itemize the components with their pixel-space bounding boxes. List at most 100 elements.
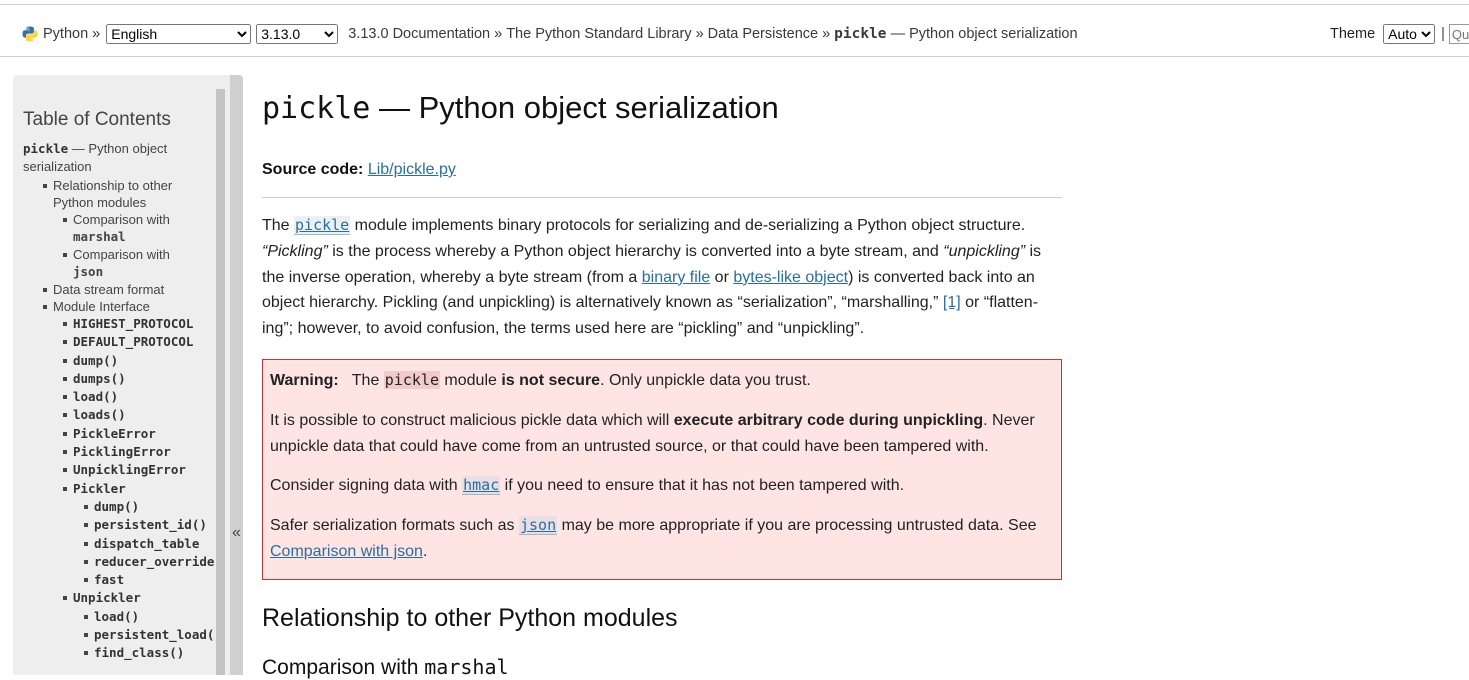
breadcrumb-separator: » (494, 26, 503, 42)
toc-item-pickler[interactable]: Pickler (23, 480, 228, 498)
toc-item-label[interactable]: dumps() (73, 371, 126, 386)
toc-item-label[interactable]: dispatch_table (94, 536, 199, 551)
toc-comparison-code[interactable]: marshal (73, 229, 126, 244)
toc-item[interactable]: PickleError (23, 425, 228, 443)
page-title: pickle — Python object serialization (262, 90, 1062, 126)
toc-item[interactable]: reducer_override (23, 553, 228, 571)
pickle-module-link[interactable]: pickle (294, 216, 351, 235)
toc-item[interactable]: fast (23, 571, 228, 589)
toc-item[interactable]: load() (23, 608, 228, 626)
breadcrumb-separator: » (822, 26, 831, 42)
toc-item-label[interactable]: dump() (73, 353, 118, 368)
toc-item[interactable]: PicklingError (23, 443, 228, 461)
pickle-module-link-code[interactable]: pickle (294, 216, 351, 235)
toc-item-label[interactable]: loads() (73, 407, 126, 422)
theme-select[interactable]: Auto (1383, 24, 1436, 44)
json-link[interactable]: json (519, 516, 558, 536)
toc-item[interactable]: dumps() (23, 370, 228, 388)
toc-root-code[interactable]: pickle (23, 141, 68, 156)
security-warning: Warning: The pickle module is not secure… (262, 358, 1062, 580)
page-title-code: pickle (262, 91, 371, 126)
toc-item-label[interactable]: load() (73, 389, 118, 404)
toc-item[interactable]: dispatch_table (23, 535, 228, 553)
toc-title: Table of Contents (23, 109, 171, 130)
toc-item-label[interactable]: load() (94, 609, 139, 624)
toc-comparison-prefix[interactable]: Comparison with (73, 247, 170, 262)
warning-paragraph: It is possible to construct malicious pi… (270, 408, 1054, 460)
footnote-link[interactable]: [1] (943, 294, 961, 311)
bytes-like-object-link[interactable]: bytes-like object (733, 269, 848, 286)
warning-label: Warning: (270, 371, 339, 389)
toc-item-label[interactable]: fast (94, 572, 124, 587)
warning-text: Safer serialization formats such as (270, 517, 519, 535)
breadcrumb-persistence-link[interactable]: Data Persistence (708, 26, 818, 42)
breadcrumb-current-text: — Python object serialization (890, 26, 1078, 42)
warning-bold: is not secure (501, 371, 601, 389)
warning-paragraph: Consider signing data with hmac if you n… (270, 473, 1054, 499)
heading-text: Comparison with (262, 655, 425, 679)
toc-item-label[interactable]: UnpicklingError (73, 462, 186, 477)
toc-item-relationship[interactable]: Relationship to other Python modules (23, 177, 188, 211)
sidebar-scrollbar[interactable] (216, 89, 225, 675)
warning-text: Consider signing data with (270, 477, 463, 495)
toc-item-root[interactable]: pickle — Python object serialization (23, 140, 193, 176)
language-select[interactable]: English (106, 24, 252, 44)
intro-text: or (710, 268, 734, 286)
breadcrumb-docs-link[interactable]: 3.13.0 Documentation (348, 26, 490, 42)
toc-item[interactable]: persistent_load( (23, 626, 228, 644)
top-navigation-bar: Python » English 3.13.0 3.13.0 Documenta… (0, 5, 1469, 57)
toc-item-label[interactable]: PicklingError (73, 444, 171, 459)
warning-text: module (439, 371, 502, 389)
toc-item[interactable]: DEFAULT_PROTOCOL (23, 333, 228, 351)
hmac-link[interactable]: hmac (462, 476, 501, 496)
json-link-code[interactable]: json (519, 516, 558, 536)
quick-search-input[interactable] (1448, 24, 1469, 44)
toc-item-data-stream[interactable]: Data stream format (23, 281, 228, 298)
source-label: Source code: (262, 161, 364, 178)
warning-text: . (422, 542, 428, 560)
toc-item[interactable]: dump() (23, 352, 228, 370)
intro-text: module implements binary protocols for s… (350, 217, 1026, 234)
main-content: pickle — Python object serialization Sou… (262, 70, 1062, 680)
theme-switcher: Theme Auto | (1330, 23, 1469, 45)
toc-item[interactable]: UnpicklingError (23, 461, 228, 479)
breadcrumb-stdlib-link[interactable]: The Python Standard Library (506, 26, 691, 42)
toc-item-label[interactable]: DEFAULT_PROTOCOL (73, 334, 193, 349)
python-home-link[interactable]: Python (43, 26, 88, 42)
warning-paragraph: Safer serialization formats such as json… (270, 513, 1054, 565)
source-link[interactable]: Lib/pickle.py (368, 161, 456, 178)
binary-file-link[interactable]: binary file (642, 269, 710, 286)
hmac-link-code[interactable]: hmac (462, 476, 501, 496)
toc-comparison-code[interactable]: json (73, 264, 103, 279)
breadcrumb-current: pickle — Python object serialization (834, 26, 1077, 42)
comparison-with-json-link[interactable]: Comparison with json (270, 543, 423, 560)
section-heading-relationship: Relationship to other Python modules (262, 603, 678, 632)
heading-code: marshal (424, 654, 509, 679)
toc-item-unpickler[interactable]: Unpickler (23, 589, 228, 607)
version-select[interactable]: 3.13.0 (256, 24, 339, 44)
section-heading-comparison-marshal: Comparison with marshal (262, 655, 1062, 680)
page-title-text: — Python object serialization (370, 90, 779, 125)
toc-item[interactable]: find_class() (23, 644, 228, 662)
toc-item-label[interactable]: persistent_load( (94, 627, 214, 642)
toc-item-comparison-marshal[interactable]: Comparison with marshal (23, 211, 188, 245)
toc-item-label[interactable]: persistent_id() (94, 517, 207, 532)
toc-item[interactable]: load() (23, 388, 228, 406)
toc-item-label[interactable]: dump() (94, 499, 139, 514)
intro-text: is the process whereby a Python object h… (327, 242, 944, 260)
toc-item[interactable]: loads() (23, 406, 228, 424)
toc-comparison-prefix[interactable]: Comparison with (73, 212, 170, 227)
toc-item[interactable]: dump() (23, 498, 228, 516)
toc-item-label[interactable]: find_class() (94, 645, 184, 660)
toc-item-comparison-json[interactable]: Comparison with json (23, 246, 188, 280)
collapse-sidebar-button[interactable]: « (230, 75, 243, 675)
toc-item-label[interactable]: reducer_override (94, 554, 214, 569)
toc-item-label[interactable]: Pickler (73, 481, 126, 496)
toc-item-label[interactable]: PickleError (73, 426, 156, 441)
toc-item-label[interactable]: HIGHEST_PROTOCOL (73, 316, 193, 331)
toc-item[interactable]: HIGHEST_PROTOCOL (23, 315, 228, 333)
toc-item-module-interface[interactable]: Module Interface (23, 298, 228, 315)
warning-text: It is possible to construct malicious pi… (270, 411, 674, 429)
toc-item-label[interactable]: Unpickler (73, 590, 141, 605)
toc-item[interactable]: persistent_id() (23, 516, 228, 534)
